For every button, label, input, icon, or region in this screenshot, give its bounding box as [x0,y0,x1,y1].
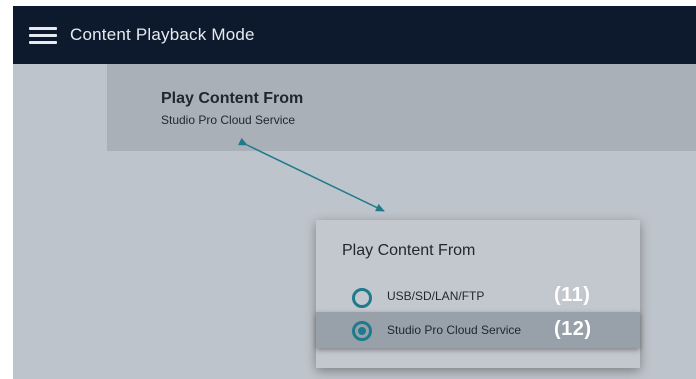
dialog-title: Play Content From [342,242,476,259]
page-title: Content Playback Mode [70,25,255,44]
setting-value: Studio Pro Cloud Service [161,113,296,127]
app-screen: Content Playback Mode Play Content From … [13,6,696,379]
option-studio-pro-cloud-service[interactable]: Studio Pro Cloud Service (12) [316,312,640,348]
radio-unselected-icon[interactable] [352,288,372,308]
setting-title: Play Content From [161,90,304,107]
play-content-from-dialog: Play Content From USB/SD/LAN/FTP (11) St… [316,220,640,368]
option-usb-sd-lan-ftp[interactable]: USB/SD/LAN/FTP (11) [316,280,640,314]
radio-dot-icon [358,327,366,335]
option-label: Studio Pro Cloud Service [387,323,522,337]
top-bar: Content Playback Mode [13,6,696,64]
radio-selected-icon[interactable] [352,321,372,341]
option-number-badge: (12) [554,318,592,340]
option-number-badge: (11) [554,284,591,306]
setting-play-content-from[interactable]: Play Content From Studio Pro Cloud Servi… [107,64,696,151]
option-label: USB/SD/LAN/FTP [387,289,485,303]
hamburger-menu-icon[interactable] [29,26,57,44]
